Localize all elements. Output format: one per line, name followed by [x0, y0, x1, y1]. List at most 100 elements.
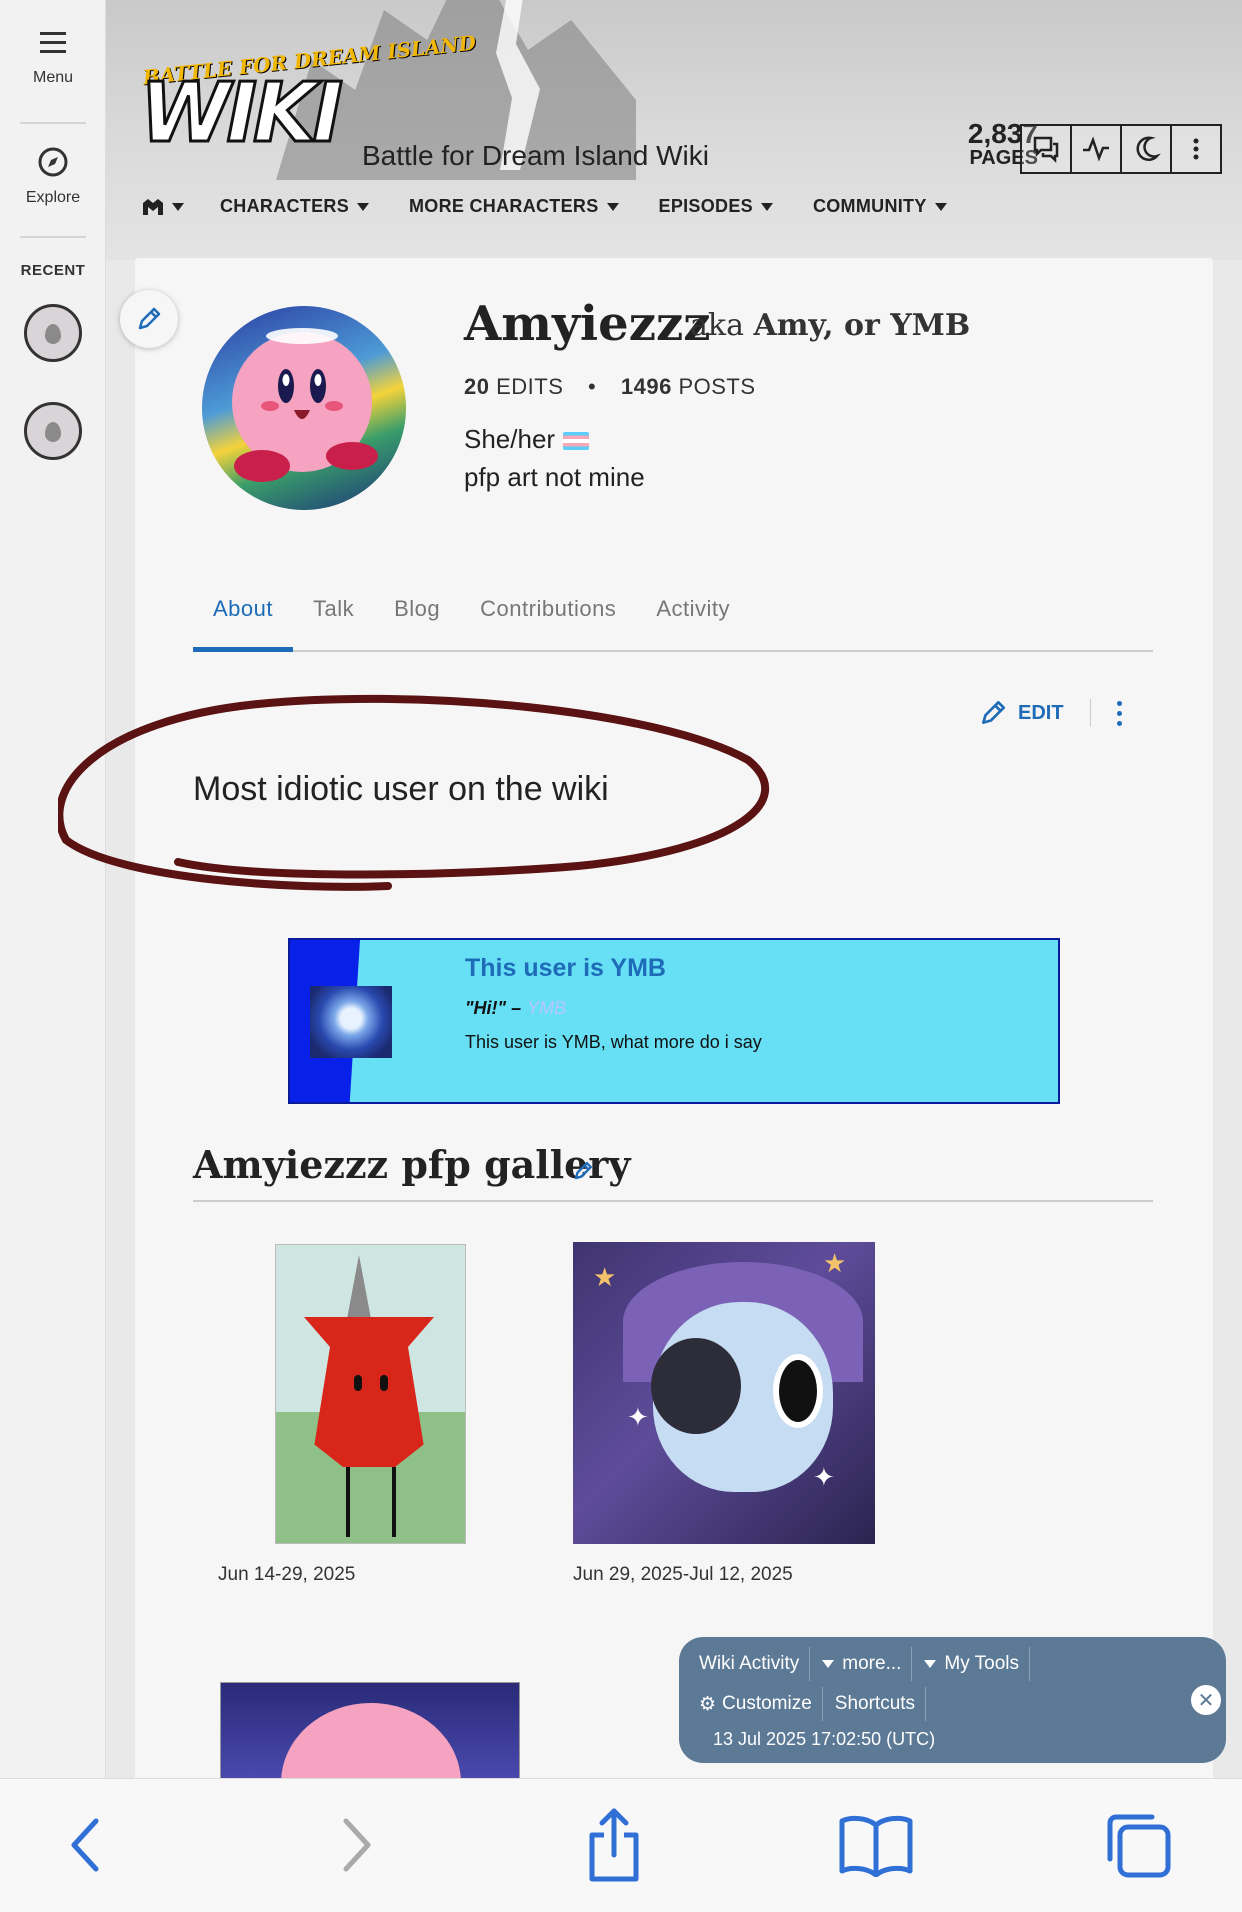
flame-icon — [45, 422, 61, 442]
pin-body — [304, 1317, 434, 1467]
bookmarks-icon — [839, 1815, 913, 1877]
wiki-home-icon — [143, 198, 163, 215]
discuss-button[interactable] — [1020, 124, 1072, 174]
posts-count: 1496 — [620, 374, 672, 399]
hamburger-icon — [40, 32, 66, 53]
edits-count: 20 — [464, 374, 490, 399]
edit-profile-button[interactable] — [120, 290, 178, 348]
activity-button[interactable] — [1070, 124, 1122, 174]
aka-value: Amy, or YMB — [753, 308, 971, 343]
recent-heading: RECENT — [20, 262, 86, 279]
userbox-quote-text: "Hi!" – — [465, 998, 522, 1018]
discussion-icon — [1033, 136, 1059, 164]
nav-label: MORE CHARACTERS — [409, 196, 599, 216]
profile-aka: aka Amy, or YMB — [690, 308, 970, 343]
art-eye — [651, 1338, 741, 1434]
pin-leg — [392, 1467, 396, 1537]
wiki-toolbar: Wiki Activity more... My Tools ⚙ Customiz… — [679, 1637, 1226, 1763]
close-icon[interactable]: ✕ — [1191, 1685, 1221, 1715]
menu-button[interactable]: Menu — [0, 30, 106, 87]
trans-flag-icon — [563, 432, 590, 451]
userbox-image[interactable] — [310, 986, 392, 1058]
userbox: This user is YMB "Hi!" – YMB This user is… — [288, 938, 1060, 1104]
my-tools-label: My Tools — [944, 1653, 1020, 1674]
gallery-image[interactable]: ★ ★ ✦ ✦ — [573, 1242, 875, 1544]
profile-username: Amyiezzz — [464, 296, 711, 352]
tab-talk[interactable]: Talk — [293, 590, 374, 650]
logo-wordmark[interactable]: WIKI — [138, 65, 344, 163]
avatar[interactable] — [202, 306, 406, 510]
art-kirby — [281, 1703, 461, 1781]
gallery-caption: Jun 14-29, 2025 — [218, 1564, 356, 1585]
posts-label: POSTS — [678, 374, 756, 399]
back-button[interactable] — [46, 1805, 126, 1885]
kebab-icon — [1193, 138, 1199, 160]
share-button[interactable] — [574, 1805, 654, 1885]
chevron-down-icon — [357, 202, 369, 211]
bookmarks-button[interactable] — [836, 1805, 916, 1885]
stats-dot: • — [588, 374, 597, 399]
my-tools-menu[interactable]: My Tools — [924, 1647, 1031, 1681]
rail-divider — [20, 122, 86, 124]
toolbar-row: Wiki Activity more... My Tools — [699, 1647, 1042, 1681]
about-edit-button[interactable]: EDIT — [1018, 702, 1064, 725]
nav-episodes[interactable]: EPISODES — [659, 196, 773, 217]
tab-activity[interactable]: Activity — [636, 590, 750, 650]
site-title[interactable]: Battle for Dream Island Wiki — [362, 140, 709, 172]
pencil-icon[interactable] — [572, 1160, 594, 1182]
shortcuts-link[interactable]: Shortcuts — [835, 1687, 927, 1721]
star-icon: ✦ — [627, 1402, 649, 1432]
nav-community[interactable]: COMMUNITY — [813, 196, 947, 217]
nav-label: COMMUNITY — [812, 196, 927, 216]
tab-blog[interactable]: Blog — [374, 590, 460, 650]
browser-toolbar — [0, 1778, 1242, 1912]
gallery-image[interactable] — [275, 1244, 466, 1544]
forward-button[interactable] — [316, 1805, 396, 1885]
divider — [1089, 699, 1091, 727]
compass-icon — [38, 147, 68, 177]
nav-characters[interactable]: CHARACTERS — [220, 196, 369, 217]
userbox-title: This user is YMB — [465, 954, 666, 982]
gallery-caption: Jun 29, 2025-Jul 12, 2025 — [573, 1564, 793, 1585]
edits-label: EDITS — [496, 374, 564, 399]
activity-icon — [1083, 136, 1109, 162]
userbox-quote: "Hi!" – YMB — [465, 998, 566, 1019]
menu-label: Menu — [32, 69, 74, 86]
recent-item[interactable] — [24, 304, 82, 362]
pronouns: She/her — [464, 424, 556, 454]
rail-divider — [20, 236, 86, 238]
userbox-description: This user is YMB, what more do i say — [465, 1032, 762, 1052]
dark-mode-button[interactable] — [1120, 124, 1172, 174]
profile-tabs: About Talk Blog Contributions Activity — [193, 590, 1153, 652]
pin-eye — [354, 1375, 362, 1391]
moon-icon — [1136, 136, 1161, 161]
tab-about[interactable]: About — [193, 590, 293, 652]
chevron-down-icon — [934, 202, 947, 211]
art-eye — [773, 1354, 823, 1428]
avatar-image — [232, 328, 378, 482]
nav-label: CHARACTERS — [220, 196, 349, 216]
more-menu[interactable]: more... — [822, 1647, 913, 1681]
pencil-icon — [138, 307, 161, 330]
nav-home[interactable] — [142, 196, 184, 217]
wiki-activity-link[interactable]: Wiki Activity — [699, 1647, 811, 1681]
userbox-quote-author[interactable]: YMB — [527, 998, 566, 1018]
gallery-divider — [193, 1200, 1153, 1202]
tab-contributions[interactable]: Contributions — [460, 590, 636, 650]
recent-item[interactable] — [24, 402, 82, 460]
gallery-image[interactable] — [220, 1682, 520, 1782]
tabs-button[interactable] — [1098, 1805, 1178, 1885]
explore-button[interactable]: Explore — [0, 146, 106, 207]
customize-link[interactable]: ⚙ Customize — [699, 1687, 823, 1721]
forward-icon — [343, 1818, 371, 1872]
chevron-down-icon — [760, 202, 773, 211]
flame-icon — [45, 324, 61, 344]
nav-more-characters[interactable]: MORE CHARACTERS — [409, 196, 619, 217]
pin-leg — [346, 1467, 350, 1537]
pencil-icon — [982, 700, 1006, 724]
about-more-icon[interactable] — [1116, 700, 1122, 726]
chevron-down-icon — [172, 202, 184, 211]
more-options-button[interactable] — [1170, 124, 1222, 174]
caret-down-icon — [924, 1660, 937, 1668]
tabs-icon — [1107, 1814, 1171, 1878]
